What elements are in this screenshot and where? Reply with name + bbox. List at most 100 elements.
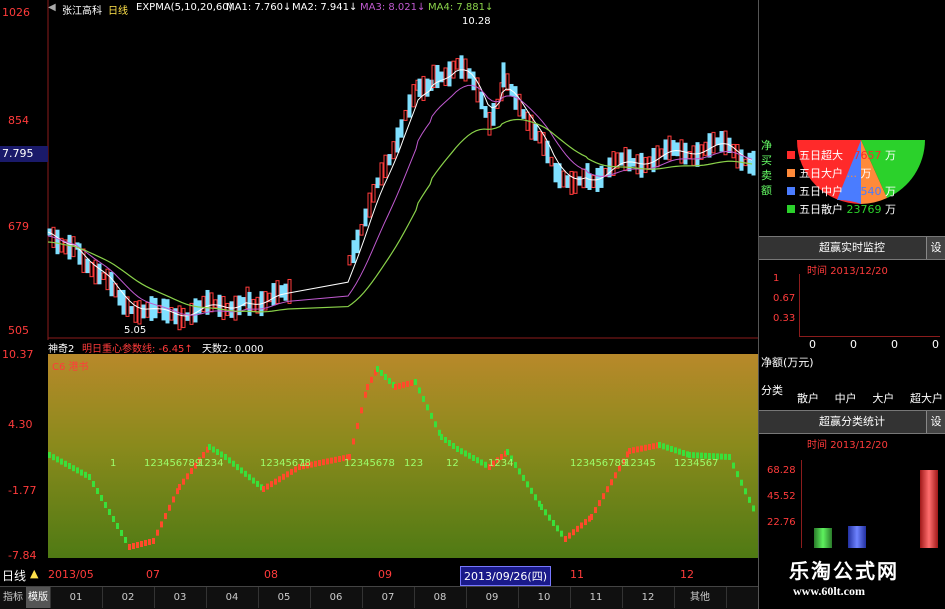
oscillator-title-bar: 神奇2 明日重心参数线: -6.45↑ 天数2: 0.000 <box>48 340 758 355</box>
osc-mark <box>228 457 231 464</box>
period-arrow-icon: ▲ <box>30 567 39 580</box>
osc-mark <box>152 538 155 544</box>
osc-mark <box>552 520 555 526</box>
oscillator-name: 神奇2 <box>48 344 75 355</box>
osc-seq-label: 123 <box>404 458 423 469</box>
osc-y-4: -7.84 <box>8 549 37 562</box>
osc-seq-label: 1234567 <box>674 458 719 469</box>
osc-mark <box>112 516 115 522</box>
tab-1[interactable]: 模版 <box>26 587 51 608</box>
osc-mark <box>640 445 643 452</box>
candle <box>391 141 396 160</box>
tab-3[interactable]: 02 <box>102 587 155 608</box>
candle <box>137 300 142 325</box>
net-buy-sell-label: 净买卖额 <box>761 139 772 197</box>
candle <box>557 163 562 189</box>
candle <box>153 297 158 319</box>
candle <box>703 141 708 156</box>
tab-5[interactable]: 04 <box>206 587 259 608</box>
candle <box>355 229 360 254</box>
osc-mark <box>252 477 255 484</box>
tab-6[interactable]: 05 <box>258 587 311 608</box>
class-stats-settings-button[interactable]: 设 <box>926 411 945 433</box>
osc-mark <box>116 523 119 529</box>
osc-mark <box>744 488 747 495</box>
tab-7[interactable]: 06 <box>310 587 363 608</box>
candle <box>487 111 492 136</box>
osc-y-3: -1.77 <box>8 484 37 497</box>
legend-item-2: 五日中户 16540 万 <box>787 182 945 200</box>
osc-mark <box>434 421 437 428</box>
side-panel: 净买卖额 五日超大 17657 万五日大户 ... 万五日中户 16540 万五… <box>758 0 945 609</box>
y-label-1: 1026 <box>2 6 30 19</box>
osc-mark <box>444 437 447 443</box>
osc-mark <box>644 444 647 451</box>
candle <box>407 94 412 118</box>
tab-0[interactable]: 指标 <box>0 587 27 608</box>
osc-mark <box>682 450 685 456</box>
osc-mark <box>376 366 379 372</box>
candle <box>105 268 110 291</box>
candle <box>565 175 570 188</box>
osc-mark <box>506 449 509 455</box>
watermark: 乐淘公式网 www.60lt.com <box>769 555 945 609</box>
osc-mark <box>666 444 669 451</box>
osc-mark <box>540 504 543 510</box>
tab-13[interactable]: 12 <box>622 587 675 608</box>
osc-mark <box>652 443 655 450</box>
tab-8[interactable]: 07 <box>362 587 415 608</box>
osc-mark <box>530 487 533 494</box>
date-label-1: 2013/05 <box>48 568 94 581</box>
candle <box>379 162 384 186</box>
osc-mark <box>402 382 405 388</box>
osc-mark <box>560 530 563 537</box>
candle <box>283 283 288 301</box>
class-stats-axis: 68.28 45.52 22.76 <box>767 465 796 528</box>
candle <box>435 64 440 89</box>
osc-mark <box>460 448 463 455</box>
candle <box>479 91 484 110</box>
osc-mark <box>364 391 367 398</box>
candle <box>691 145 696 166</box>
osc-seq-label: 12345678 <box>344 458 395 469</box>
candle <box>359 224 364 236</box>
osc-mark <box>388 378 391 384</box>
oscillator-panel[interactable]: C6 港书 1 123456789 1234 12345678 1 12345678 123… <box>48 354 758 558</box>
tab-11[interactable]: 10 <box>518 587 571 608</box>
ma1-line <box>47 69 753 317</box>
osc-mark <box>556 525 559 532</box>
candle <box>165 299 170 324</box>
realtime-settings-button[interactable]: 设 <box>926 237 945 259</box>
tab-14[interactable]: 其他 <box>674 587 727 608</box>
candle <box>549 156 554 167</box>
osc-mark <box>544 509 547 516</box>
osc-mark <box>286 471 289 478</box>
osc-mark <box>220 451 223 458</box>
tab-12[interactable]: 11 <box>570 587 623 608</box>
osc-mark <box>484 461 487 468</box>
osc-mark <box>636 446 639 453</box>
tab-4[interactable]: 03 <box>154 587 207 608</box>
osc-mark <box>356 422 359 429</box>
y-label-4: 505 <box>8 324 29 337</box>
date-label-6: 12 <box>680 568 694 581</box>
osc-mark <box>274 478 277 485</box>
realtime-chart-area <box>799 274 940 337</box>
price-chart[interactable]: 10.28 5.05 <box>0 0 758 340</box>
osc-mark <box>186 473 189 480</box>
tab-10[interactable]: 09 <box>466 587 519 608</box>
candle <box>363 208 368 227</box>
candle <box>399 119 404 138</box>
candle <box>587 173 592 190</box>
osc-mark <box>430 412 433 419</box>
osc-mark <box>670 446 673 452</box>
osc-mark <box>100 495 103 501</box>
osc-mark <box>440 434 443 440</box>
candle <box>89 261 94 278</box>
oscillator-param1: 明日重心参数线: -6.45↑ <box>82 344 193 355</box>
osc-mark <box>564 536 567 542</box>
tab-2[interactable]: 01 <box>50 587 103 608</box>
tab-9[interactable]: 08 <box>414 587 467 608</box>
osc-mark <box>48 452 51 458</box>
osc-mark <box>318 460 321 466</box>
